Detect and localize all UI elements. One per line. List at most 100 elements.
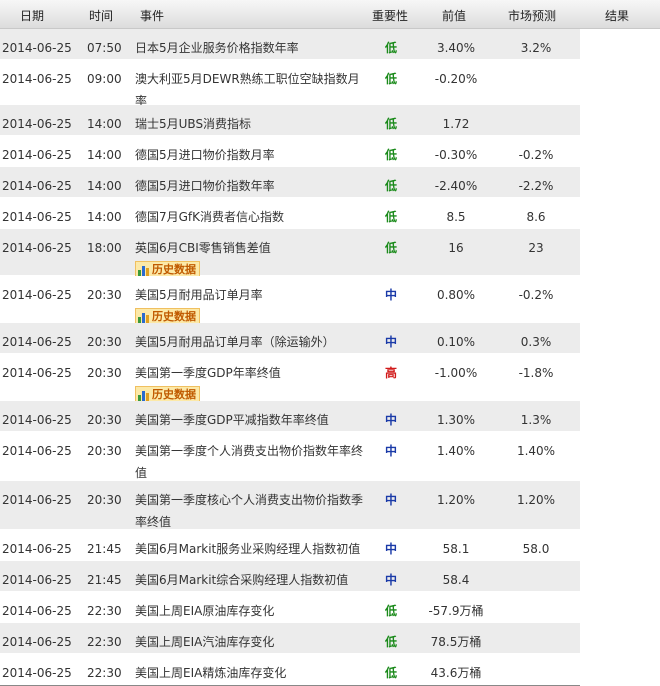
table-row[interactable]: 2014-06-25 20:30 美国第一季度GDP年率终值 历史数据高 -1.00% -…	[0, 354, 580, 404]
table-row[interactable]: 2014-06-25 22:30 美国上周EIA汽油库存变化 低 78.5万桶	[0, 623, 580, 654]
row-date: 2014-06-25	[2, 666, 72, 680]
header-time: 时间	[89, 9, 114, 23]
row-event-line: 美国第一季度个人消费支出物价指数年率终	[135, 444, 364, 458]
table-row[interactable]: 2014-06-25 07:50 日本5月企业服务价格指数年率 低 3.40% 3.2%	[0, 29, 580, 60]
row-time: 18:00	[87, 241, 122, 255]
row-event-line: 澳大利亚5月DEWR熟练工职位空缺指数月	[135, 72, 360, 86]
table-row[interactable]: 2014-06-25 20:30 美国第一季度个人消费支出物价指数年率终值 中 1.40…	[0, 432, 580, 481]
row-date: 2014-06-25	[2, 604, 72, 618]
table-row[interactable]: 2014-06-25 20:30 美国第一季度核心个人消费支出物价指数季 率终值 中 1.…	[0, 481, 580, 530]
row-previous: 8.5	[446, 210, 466, 224]
table-row[interactable]: 2014-06-25 14:00 瑞士5月UBS消费指标 低 1.72	[0, 105, 580, 136]
importance-badge: 中	[385, 335, 398, 349]
header-forecast: 市场预测	[508, 9, 557, 23]
row-date: 2014-06-25	[2, 444, 72, 458]
row-event[interactable]: 美国第一季度个人消费支出物价指数年率终值	[135, 440, 363, 484]
table-row[interactable]: 2014-06-25 14:00 德国5月进口物价指数月率 低 -0.30% -0.2%	[0, 136, 580, 167]
row-date: 2014-06-25	[2, 335, 72, 349]
row-time: 22:30	[87, 604, 122, 618]
row-event-line: 美国第一季度GDP平减指数年率终值	[135, 413, 329, 427]
row-event-line: 美国上周EIA精炼油库存变化	[135, 666, 287, 680]
row-event-line: 美国上周EIA汽油库存变化	[135, 635, 275, 649]
row-forecast: -0.2%	[518, 148, 554, 162]
row-event-line: 美国上周EIA原油库存变化	[135, 604, 275, 618]
table-row[interactable]: 2014-06-25 14:00 德国7月GfK消费者信心指数 低 8.5 8.6	[0, 198, 580, 229]
row-event[interactable]: 美国上周EIA精炼油库存变化	[135, 662, 363, 684]
row-time: 09:00	[87, 72, 122, 86]
row-date: 2014-06-25	[2, 210, 72, 224]
row-time: 21:45	[87, 542, 122, 556]
table-row[interactable]: 2014-06-25 21:45 美国6月Markit综合采购经理人指数初值 中 58.…	[0, 561, 580, 592]
row-forecast: 1.40%	[516, 444, 556, 458]
row-forecast: 0.3%	[520, 335, 552, 349]
row-event[interactable]: 德国5月进口物价指数月率	[135, 144, 363, 166]
row-event[interactable]: 美国第一季度GDP平减指数年率终值	[135, 409, 363, 431]
row-event[interactable]: 瑞士5月UBS消费指标	[135, 113, 363, 135]
importance-badge: 中	[385, 573, 398, 587]
table-row[interactable]: 2014-06-25 21:45 美国6月Markit服务业采购经理人指数初值 中 58…	[0, 530, 580, 561]
row-event[interactable]: 美国5月耐用品订单月率（除运输外）	[135, 331, 363, 353]
table-row[interactable]: 2014-06-25 20:30 美国5月耐用品订单月率 历史数据中 0.80% -0.2…	[0, 276, 580, 326]
row-event[interactable]: 美国第一季度核心个人消费支出物价指数季 率终值	[135, 489, 363, 533]
row-date: 2014-06-25	[2, 117, 72, 131]
row-event[interactable]: 美国上周EIA原油库存变化	[135, 600, 363, 622]
row-date: 2014-06-25	[2, 72, 72, 86]
row-event-line: 美国6月Markit服务业采购经理人指数初值	[135, 542, 361, 556]
row-event[interactable]: 日本5月企业服务价格指数年率	[135, 37, 363, 59]
table-row[interactable]: 2014-06-25 09:00 澳大利亚5月DEWR熟练工职位空缺指数月率低 -0.…	[0, 60, 580, 108]
row-event[interactable]: 美国上周EIA汽油库存变化	[135, 631, 363, 653]
importance-badge: 低	[385, 179, 398, 193]
header-actual: 结果	[605, 9, 630, 23]
header-date: 日期	[20, 9, 45, 23]
row-previous: -2.40%	[434, 179, 478, 193]
row-date: 2014-06-25	[2, 366, 72, 380]
row-time: 14:00	[87, 148, 122, 162]
row-event-line: 瑞士5月UBS消费指标	[135, 117, 252, 131]
row-date: 2014-06-25	[2, 413, 72, 427]
row-date: 2014-06-25	[2, 241, 72, 255]
table-row[interactable]: 2014-06-25 20:30 美国第一季度GDP平减指数年率终值 中 1.30% 1.…	[0, 401, 580, 432]
row-forecast: -2.2%	[518, 179, 554, 193]
row-date: 2014-06-25	[2, 179, 72, 193]
importance-badge: 中	[385, 542, 398, 556]
row-event[interactable]: 美国6月Markit综合采购经理人指数初值	[135, 569, 363, 591]
row-event[interactable]: 美国6月Markit服务业采购经理人指数初值	[135, 538, 363, 560]
row-forecast: 1.20%	[516, 493, 556, 507]
row-time: 14:00	[87, 210, 122, 224]
row-event[interactable]: 德国5月进口物价指数年率	[135, 175, 363, 197]
table-header: 日期 时间 事件 重要性 前值 市场预测 结果	[0, 0, 660, 29]
bar-chart-icon	[138, 389, 150, 401]
row-forecast: 1.3%	[520, 413, 552, 427]
row-date: 2014-06-25	[2, 41, 72, 55]
importance-badge: 低	[385, 241, 398, 255]
row-time: 14:00	[87, 117, 122, 131]
row-date: 2014-06-25	[2, 635, 72, 649]
row-previous: 1.20%	[436, 493, 476, 507]
row-event-line: 美国5月耐用品订单月率	[135, 288, 263, 302]
table-row[interactable]: 2014-06-25 20:30 美国5月耐用品订单月率（除运输外） 中 0.10% 0.…	[0, 323, 580, 354]
row-event-line: 德国7月GfK消费者信心指数	[135, 210, 285, 224]
row-forecast: 58.0	[522, 542, 550, 556]
row-previous: 1.30%	[436, 413, 476, 427]
table-row[interactable]: 2014-06-25 14:00 德国5月进口物价指数年率 低 -2.40% -2.2%	[0, 167, 580, 198]
row-time: 22:30	[87, 666, 122, 680]
table-row[interactable]: 2014-06-25 18:00 英国6月CBI零售销售差值 历史数据低 16 23	[0, 229, 580, 279]
importance-badge: 中	[385, 444, 398, 458]
header-event: 事件	[140, 9, 165, 23]
row-date: 2014-06-25	[2, 493, 72, 507]
row-previous: -0.30%	[434, 148, 478, 162]
row-event[interactable]: 德国7月GfK消费者信心指数	[135, 206, 363, 228]
row-forecast: -0.2%	[518, 288, 554, 302]
table-body: 2014-06-25 07:50 日本5月企业服务价格指数年率低 3.40% 3.2% 2…	[0, 29, 580, 686]
header-importance: 重要性	[372, 9, 409, 23]
row-time: 20:30	[87, 413, 122, 427]
importance-badge: 低	[385, 72, 398, 86]
table-row[interactable]: 2014-06-25 22:30 美国上周EIA原油库存变化 低 -57.9万桶	[0, 592, 580, 623]
row-previous: 16	[448, 241, 464, 255]
row-previous: 78.5万桶	[430, 635, 482, 649]
bar-chart-icon	[138, 264, 150, 276]
table-row[interactable]: 2014-06-25 22:30 美国上周EIA精炼油库存变化 低 43.6万桶	[0, 654, 580, 685]
row-forecast: 3.2%	[520, 41, 552, 55]
importance-badge: 中	[385, 288, 398, 302]
row-date: 2014-06-25	[2, 148, 72, 162]
